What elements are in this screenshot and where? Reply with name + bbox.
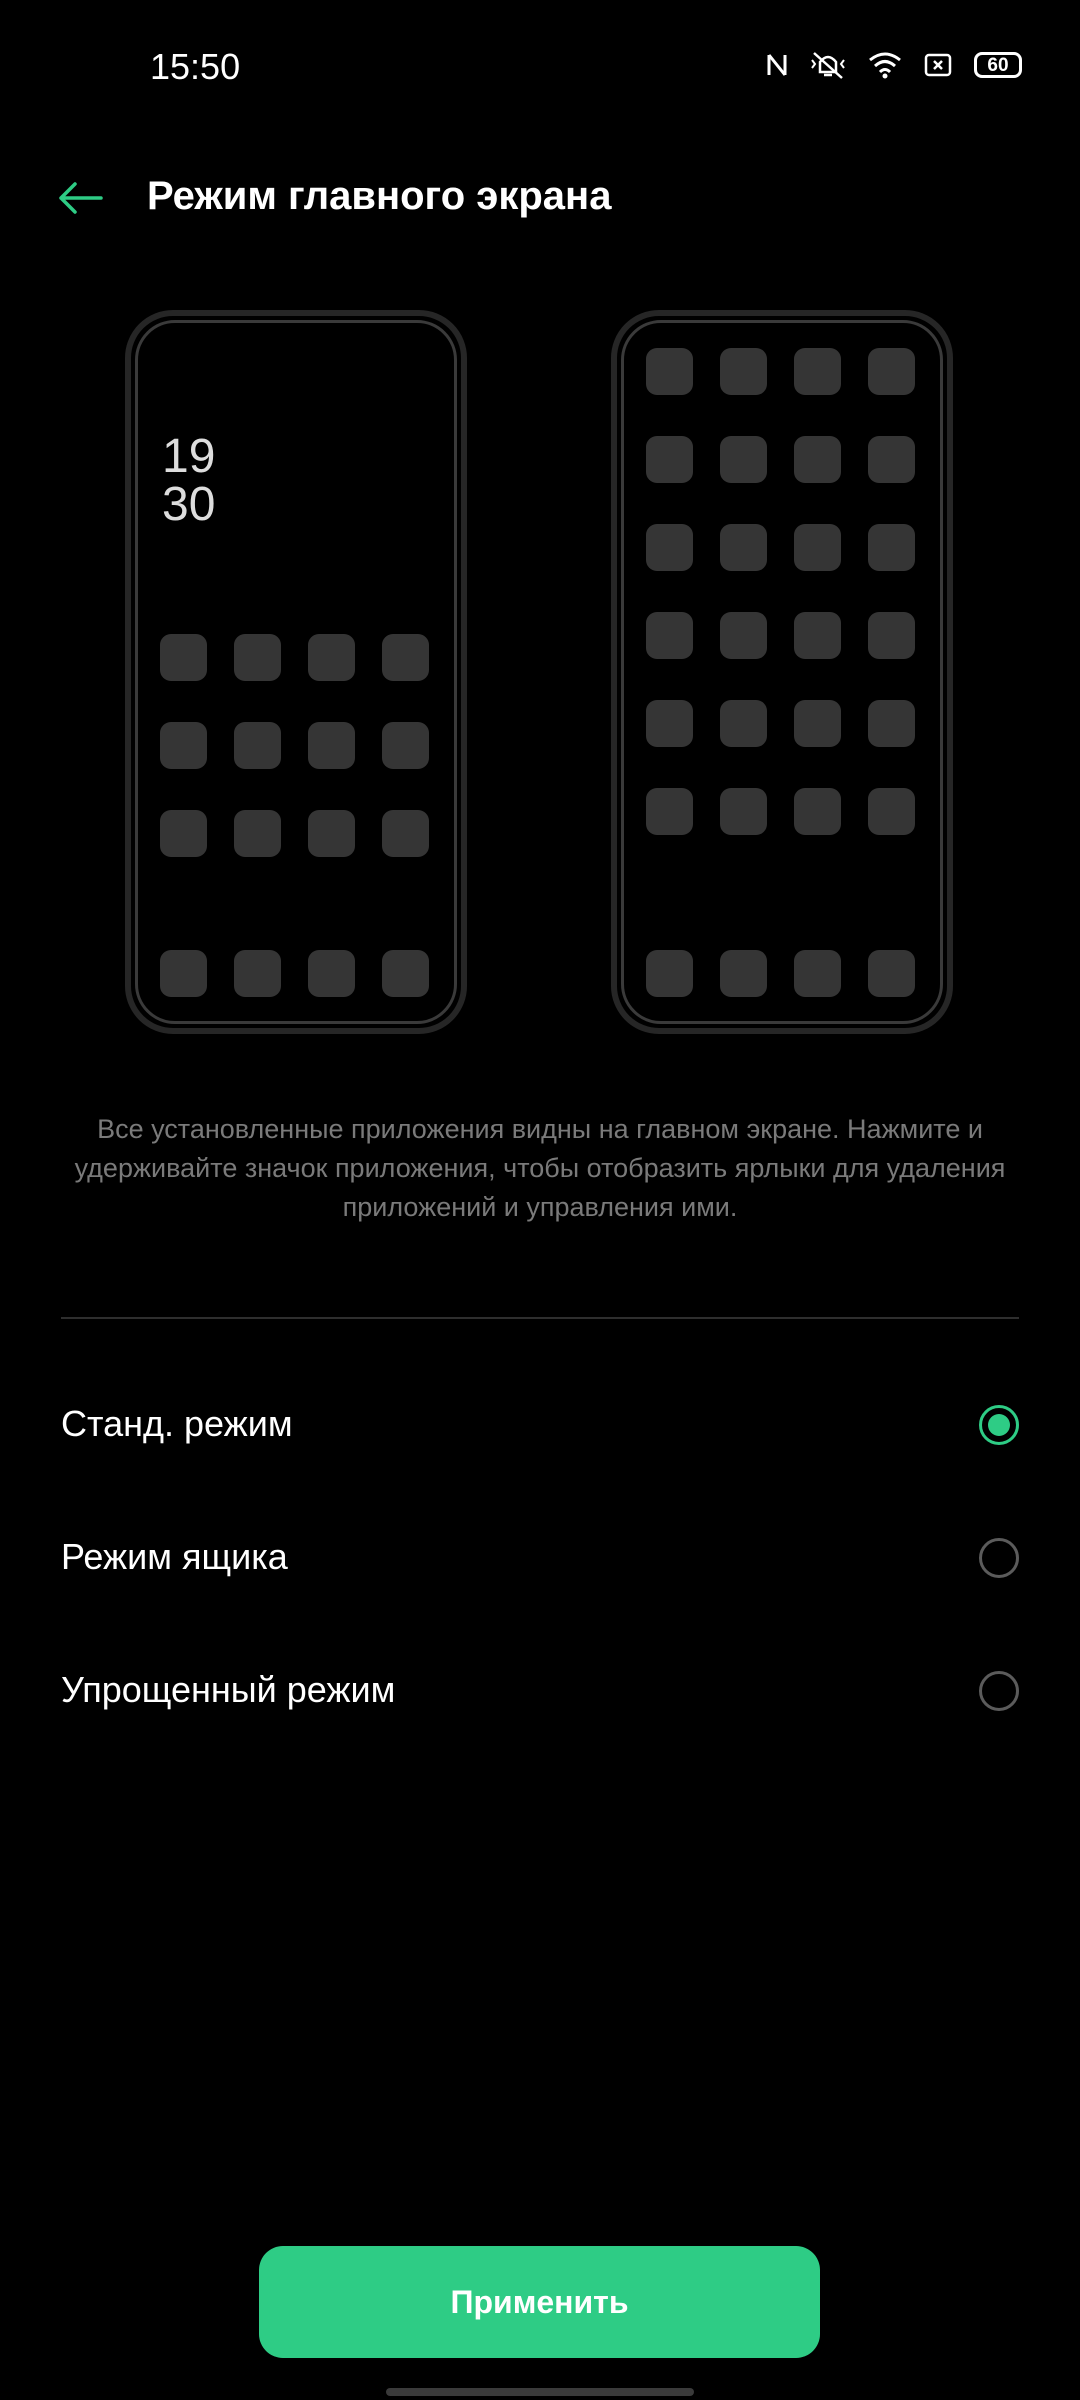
header: Режим главного экрана bbox=[0, 150, 1080, 250]
battery-icon: 60 bbox=[974, 52, 1022, 78]
app-placeholder bbox=[868, 700, 915, 747]
radio-button[interactable] bbox=[979, 1405, 1019, 1445]
app-placeholder bbox=[720, 348, 767, 395]
mode-description: Все установленные приложения видны на гл… bbox=[74, 1114, 1006, 1222]
radio-button[interactable] bbox=[979, 1538, 1019, 1578]
sim-icon bbox=[924, 52, 952, 78]
app-placeholder bbox=[234, 950, 281, 997]
nfc-icon bbox=[766, 52, 788, 78]
option-label: Режим ящика bbox=[61, 1536, 288, 1577]
preview-clock: 19 30 bbox=[162, 433, 215, 529]
app-placeholder bbox=[720, 436, 767, 483]
option-standard-mode[interactable]: Станд. режим bbox=[0, 1363, 1080, 1483]
app-placeholder bbox=[308, 634, 355, 681]
app-placeholder bbox=[160, 634, 207, 681]
app-placeholder bbox=[308, 722, 355, 769]
option-label: Упрощенный режим bbox=[61, 1669, 396, 1710]
app-placeholder bbox=[794, 524, 841, 571]
app-placeholder bbox=[720, 950, 767, 997]
app-placeholder bbox=[308, 950, 355, 997]
apply-button[interactable]: Применить bbox=[259, 2246, 820, 2358]
app-placeholder bbox=[868, 348, 915, 395]
wifi-icon bbox=[868, 51, 902, 79]
app-placeholder bbox=[308, 810, 355, 857]
app-placeholder bbox=[646, 348, 693, 395]
app-placeholder bbox=[868, 950, 915, 997]
app-placeholder bbox=[794, 788, 841, 835]
app-placeholder bbox=[234, 634, 281, 681]
vibrate-off-icon bbox=[810, 50, 846, 80]
app-placeholder bbox=[794, 612, 841, 659]
app-placeholder bbox=[646, 612, 693, 659]
app-placeholder bbox=[382, 634, 429, 681]
preview-clock-minute: 30 bbox=[162, 478, 216, 531]
app-placeholder bbox=[160, 950, 207, 997]
app-placeholder bbox=[720, 524, 767, 571]
app-placeholder bbox=[382, 810, 429, 857]
app-placeholder bbox=[794, 436, 841, 483]
option-drawer-mode[interactable]: Режим ящика bbox=[0, 1496, 1080, 1616]
app-placeholder bbox=[720, 788, 767, 835]
app-placeholder bbox=[868, 612, 915, 659]
back-button[interactable] bbox=[50, 168, 110, 228]
app-placeholder bbox=[720, 700, 767, 747]
status-time: 15:50 bbox=[150, 46, 241, 87]
arrow-left-icon bbox=[59, 182, 103, 214]
app-placeholder bbox=[234, 722, 281, 769]
status-icons: 60 bbox=[766, 50, 1022, 80]
app-placeholder bbox=[160, 722, 207, 769]
drawer-mode-preview bbox=[611, 310, 953, 1034]
app-placeholder bbox=[794, 950, 841, 997]
status-bar: 15:50 60 bbox=[0, 0, 1080, 140]
app-placeholder bbox=[646, 788, 693, 835]
app-placeholder bbox=[234, 810, 281, 857]
app-placeholder bbox=[646, 436, 693, 483]
option-label: Станд. режим bbox=[61, 1403, 293, 1444]
app-placeholder bbox=[794, 700, 841, 747]
page-title: Режим главного экрана bbox=[147, 174, 612, 218]
divider bbox=[61, 1317, 1019, 1319]
app-placeholder bbox=[794, 348, 841, 395]
home-indicator[interactable] bbox=[386, 2388, 694, 2396]
app-placeholder bbox=[646, 950, 693, 997]
preview-screen bbox=[621, 320, 943, 1024]
app-placeholder bbox=[868, 524, 915, 571]
app-placeholder bbox=[160, 810, 207, 857]
preview-screen: 19 30 bbox=[135, 320, 457, 1024]
standard-mode-preview: 19 30 bbox=[125, 310, 467, 1034]
app-placeholder bbox=[382, 722, 429, 769]
app-placeholder bbox=[720, 612, 767, 659]
option-simple-mode[interactable]: Упрощенный режим bbox=[0, 1629, 1080, 1749]
app-placeholder bbox=[868, 788, 915, 835]
preview-clock-hour: 19 bbox=[162, 430, 216, 483]
app-placeholder bbox=[646, 700, 693, 747]
app-placeholder bbox=[646, 524, 693, 571]
radio-button[interactable] bbox=[979, 1671, 1019, 1711]
app-placeholder bbox=[382, 950, 429, 997]
app-placeholder bbox=[868, 436, 915, 483]
